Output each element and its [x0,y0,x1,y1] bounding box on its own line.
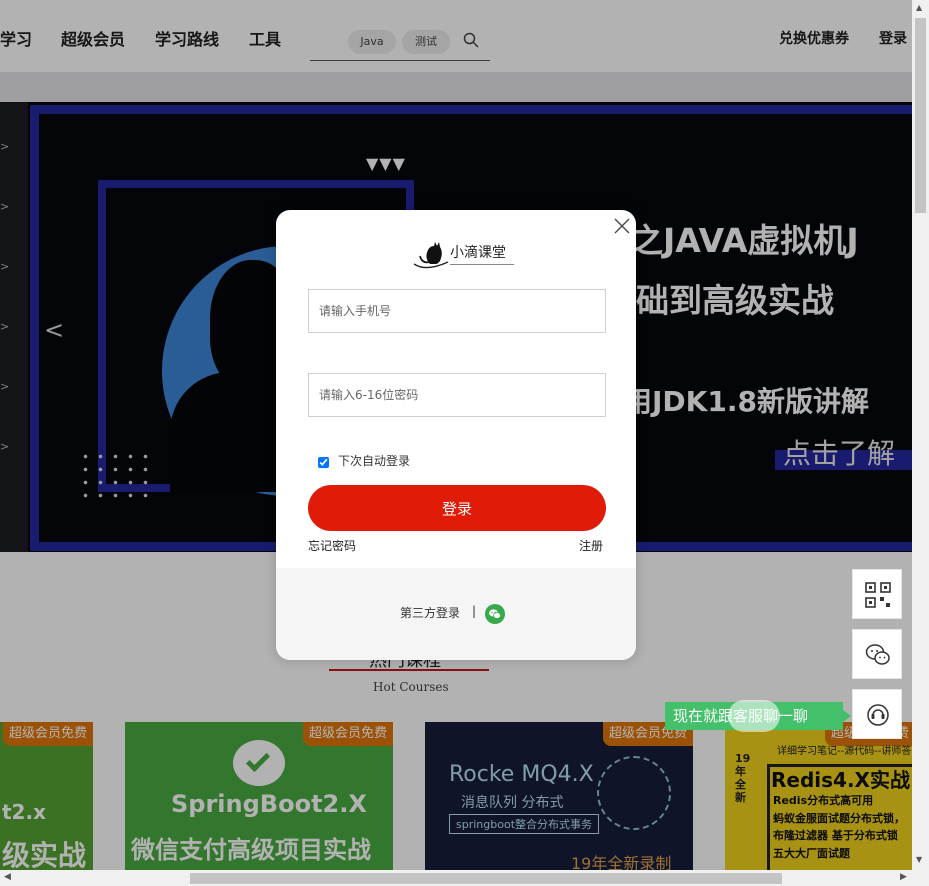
remember-label: 下次自动登录 [338,454,411,468]
login-modal: 小滴课堂 下次自动登录 登录 忘记密码 注册 第三方登录 | [276,210,636,660]
wechat-icon [865,644,890,665]
cat-logo-icon [413,242,449,269]
chat-tooltip-highlight [728,700,780,732]
password-input[interactable] [308,373,606,417]
qr-code-button[interactable] [852,569,902,619]
remember-me[interactable]: 下次自动登录 [318,452,410,471]
remember-checkbox[interactable] [318,457,329,468]
third-party-login-label: 第三方登录 [400,606,461,620]
scroll-up-arrow-icon[interactable]: ▲ [916,3,922,12]
customer-service-icon [867,704,889,726]
vertical-scrollbar[interactable]: ▲ ▼ [912,0,929,870]
customer-service-button[interactable] [852,689,902,739]
scrollbar-corner [912,870,929,886]
scroll-left-arrow-icon[interactable]: ◀ [4,872,11,882]
horizontal-scroll-thumb[interactable] [190,873,782,884]
scroll-right-arrow-icon[interactable]: ▶ [900,872,907,882]
phone-input[interactable] [308,289,606,333]
qr-code-icon [865,582,891,608]
logo-text: 小滴课堂 [450,245,506,261]
scroll-down-arrow-icon[interactable]: ▼ [916,855,922,864]
horizontal-scrollbar[interactable]: ◀ ▶ [0,870,912,886]
login-button[interactable]: 登录 [308,485,606,531]
logo-underline [450,264,514,265]
third-party-login-section: 第三方登录 | [276,568,636,660]
separator: | [472,604,477,618]
wechat-login-button[interactable] [485,604,505,624]
site-logo: 小滴课堂 [408,234,518,272]
vertical-scroll-thumb[interactable] [915,18,926,213]
wechat-button[interactable] [852,629,902,679]
register-link[interactable]: 注册 [579,537,603,554]
forgot-password-link[interactable]: 忘记密码 [308,537,356,554]
wechat-icon [489,609,501,619]
close-icon[interactable] [612,216,632,236]
